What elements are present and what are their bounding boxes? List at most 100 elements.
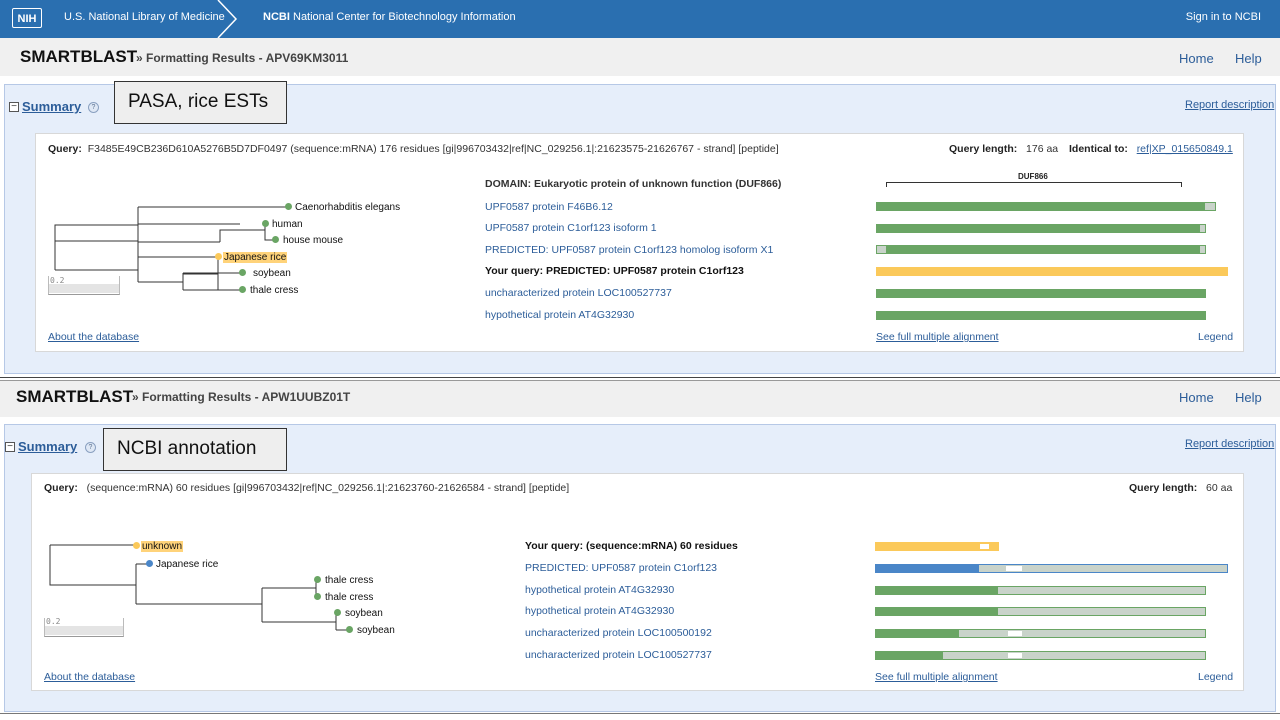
query-length-label: Query length: [1129,482,1198,494]
tree-node [314,576,321,583]
hit-link[interactable]: uncharacterized protein LOC100500192 [525,627,712,639]
identical-label: Identical to: [1069,143,1128,155]
alignment-bar[interactable] [876,224,1206,233]
query-text: F3485E49CB236D610A5276B5D7DF0497 (sequen… [87,143,779,155]
tree-node [146,560,153,567]
hit-link[interactable]: hypothetical protein AT4G32930 [525,584,674,596]
tree-node [285,203,292,210]
tree-node-query [215,253,222,260]
annotation-callout: PASA, rice ESTs [114,81,287,124]
tree-node [239,286,246,293]
about-database-link[interactable]: About the database [44,671,135,683]
question-icon[interactable]: ? [85,442,96,453]
alignment-bar[interactable] [875,607,1206,616]
page-subtitle: » Formatting Results - APV69KM3011 [136,51,349,65]
nih-logo[interactable]: NIH [12,8,42,28]
tree-node [262,220,269,227]
hit-link[interactable]: uncharacterized protein LOC100527737 [525,649,712,661]
query-bar [875,542,999,551]
hit-link[interactable]: PREDICTED: UPF0587 protein C1orf123 homo… [485,244,773,256]
tree-label: human [272,219,303,230]
alignment-bar[interactable] [876,245,1206,254]
query-text: (sequence:mRNA) 60 residues [gi|99670343… [86,482,570,494]
tree-label: Caenorhabditis elegans [295,202,401,213]
tree-label: soybean [253,268,291,279]
hit-link[interactable]: uncharacterized protein LOC100527737 [485,287,672,299]
nlm-link[interactable]: U.S. National Library of Medicine [64,11,225,23]
tree-label-query: Japanese rice [223,252,288,263]
alignment-bar[interactable] [876,202,1216,211]
tree-label: thale cress [325,592,374,603]
query-label: Query: [48,143,82,155]
legend-link[interactable]: Legend [1198,331,1233,343]
query-hit: Your query: PREDICTED: UPF0587 protein C… [485,265,744,277]
help-link[interactable]: Help [1235,51,1262,66]
query-length-value: 176 aa [1026,143,1059,155]
tree-node [239,269,246,276]
ncbi-link[interactable]: National Center for Biotechnology Inform… [293,11,516,23]
domain-name: DUF866 [1018,172,1048,181]
identical-link[interactable]: ref|XP_015650849.1 [1137,143,1233,155]
tree-label-query: unknown [141,541,184,552]
identical-to: Identical to: ref|XP_015650849.1 [1069,143,1233,155]
ncbi-logo[interactable]: NCBI [263,11,290,23]
alignment-bar[interactable] [875,629,1206,638]
query-line: Query: F3485E49CB236D610A5276B5D7DF0497 … [48,143,779,155]
query-label: Query: [44,482,78,494]
divider [0,377,1280,378]
tree-label: soybean [357,625,395,636]
query-length: Query length: 60 aa [1129,482,1232,494]
tree-label: Japanese rice [156,559,219,570]
help-link[interactable]: Help [1235,390,1262,405]
hit-link[interactable]: UPF0587 protein F46B6.12 [485,201,613,213]
chevron-right-icon [217,0,238,38]
home-link[interactable]: Home [1179,390,1214,405]
query-line: Query: (sequence:mRNA) 60 residues [gi|9… [44,482,569,494]
tree-node-query [133,542,140,549]
tree-node [314,593,321,600]
tree-scale-label: 0.2 [50,276,65,285]
hit-link[interactable]: hypothetical protein AT4G32930 [525,605,674,617]
full-alignment-link[interactable]: See full multiple alignment [875,671,998,683]
query-bar [876,267,1228,276]
page-title: SMARTBLAST [16,387,134,406]
alignment-bar[interactable] [875,651,1206,660]
hit-link[interactable]: hypothetical protein AT4G32930 [485,309,634,321]
tree-node [272,236,279,243]
tree-label: soybean [345,608,383,619]
tree-node [334,609,341,616]
summary-toggle[interactable]: Summary [18,439,77,454]
hit-link[interactable]: PREDICTED: UPF0587 protein C1orf123 [525,562,717,574]
alignment-bar[interactable] [876,311,1206,320]
minus-box-icon[interactable]: − [9,102,19,112]
query-length: Query length: 176 aa [949,143,1058,155]
tree-label: house mouse [283,235,344,246]
page-title: SMARTBLAST [20,47,138,66]
report-description-link[interactable]: Report description [1185,438,1274,450]
about-database-link[interactable]: About the database [48,331,139,343]
report-description-link[interactable]: Report description [1185,99,1274,111]
summary-toggle[interactable]: Summary [22,99,81,114]
domain-bracket [886,182,1182,187]
page-subtitle: » Formatting Results - APW1UUBZ01T [132,390,351,404]
legend-link[interactable]: Legend [1198,671,1233,683]
tree-node [346,626,353,633]
tree-scale-label: 0.2 [46,617,61,626]
hit-link[interactable]: UPF0587 protein C1orf123 isoform 1 [485,222,657,234]
tree-label: thale cress [325,575,374,586]
sign-in-link[interactable]: Sign in to NCBI [1186,11,1261,23]
alignment-bar[interactable] [875,586,1206,595]
question-icon[interactable]: ? [88,102,99,113]
query-hit: Your query: (sequence:mRNA) 60 residues [525,540,738,552]
query-length-value: 60 aa [1206,482,1233,494]
domain-line: DOMAIN: Eukaryotic protein of unknown fu… [485,178,782,190]
query-length-label: Query length: [949,143,1018,155]
divider [0,713,1280,714]
minus-box-icon[interactable]: − [5,442,15,452]
alignment-bar[interactable] [875,564,1228,573]
full-alignment-link[interactable]: See full multiple alignment [876,331,999,343]
tree-label: thale cress [250,285,299,296]
home-link[interactable]: Home [1179,51,1214,66]
alignment-bar[interactable] [876,289,1206,298]
annotation-callout: NCBI annotation [103,428,287,471]
